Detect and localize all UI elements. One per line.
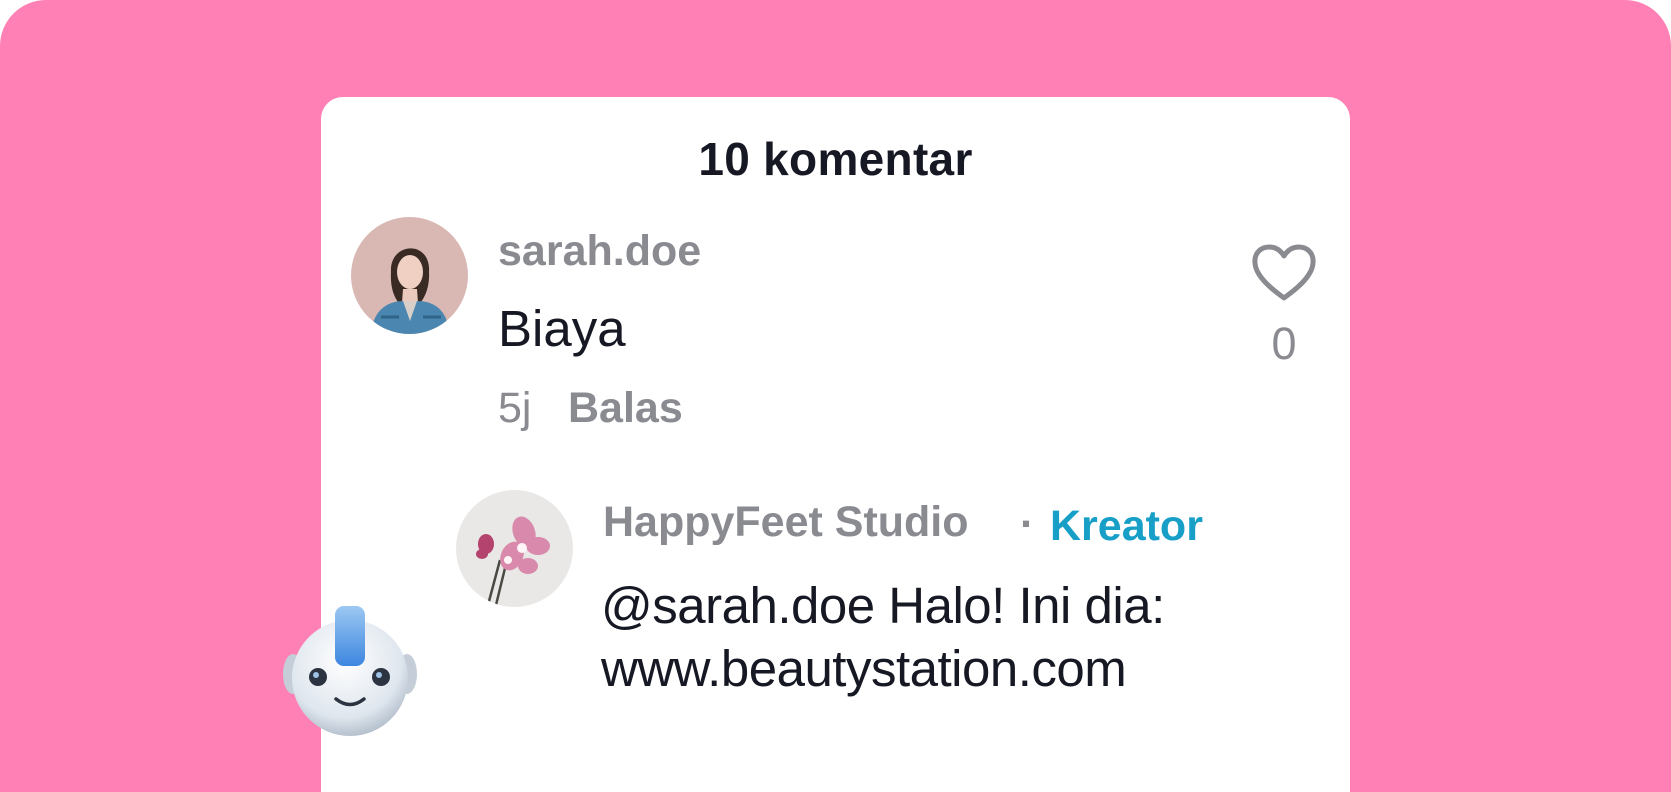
creator-badge: Kreator bbox=[1050, 502, 1203, 550]
reply-button[interactable]: Balas bbox=[568, 384, 683, 433]
heart-outline-icon bbox=[1252, 244, 1316, 301]
reply-text: @sarah.doe Halo! Ini dia: www.beautystat… bbox=[601, 574, 1165, 700]
like-button[interactable] bbox=[1251, 244, 1317, 302]
reply-text-line: @sarah.doe Halo! Ini dia: bbox=[601, 577, 1165, 634]
comment-text: Biaya bbox=[498, 300, 626, 357]
comments-count-title: 10 komentar bbox=[698, 133, 973, 185]
reply-username[interactable]: HappyFeet Studio bbox=[603, 498, 969, 547]
dot-separator: · bbox=[1020, 500, 1035, 548]
woman-portrait-avatar-icon bbox=[351, 217, 468, 334]
comment-timestamp: 5j bbox=[498, 384, 532, 432]
avatar-happyfeet-studio[interactable] bbox=[456, 490, 573, 607]
reply-link-text[interactable]: www.beautystation.com bbox=[601, 637, 1165, 700]
like-count: 0 bbox=[1271, 318, 1297, 369]
avatar-sarah-doe[interactable] bbox=[351, 217, 468, 334]
comment-username[interactable]: sarah.doe bbox=[498, 227, 701, 276]
robot-assistant-icon[interactable] bbox=[280, 604, 420, 739]
orchid-flower-avatar-icon bbox=[456, 490, 573, 607]
